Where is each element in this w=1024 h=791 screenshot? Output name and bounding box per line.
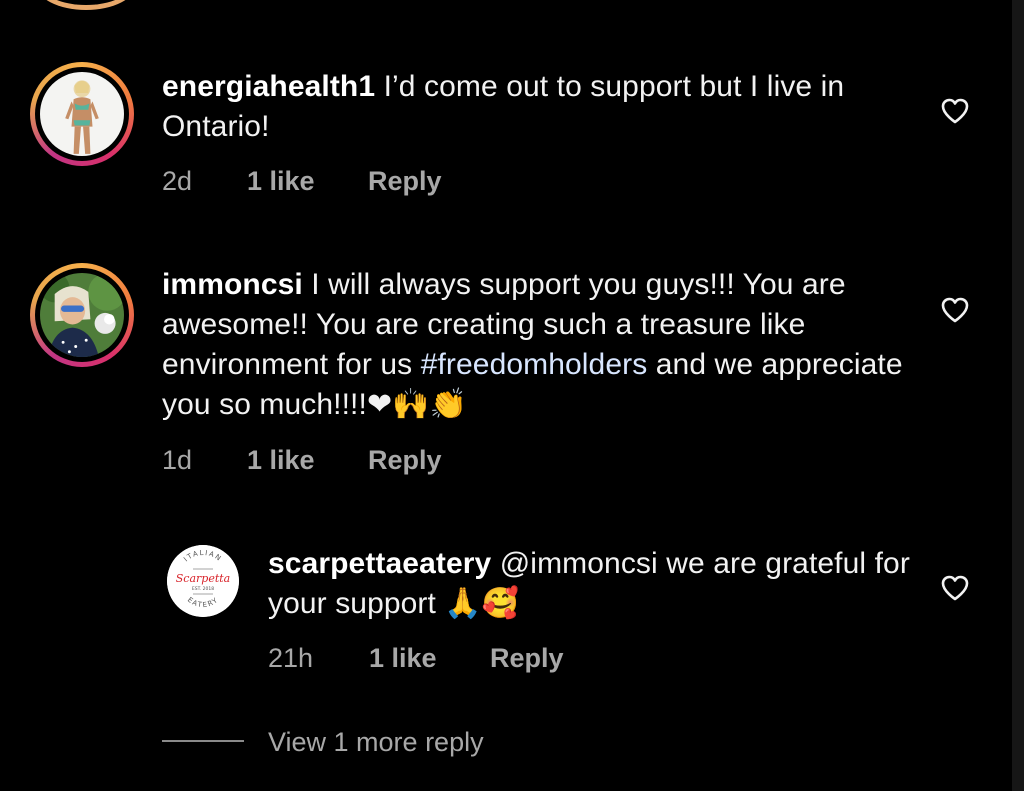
comment-username[interactable]: energiahealth1 [162, 70, 375, 103]
avatar-photo [40, 273, 124, 357]
comment-reply-button[interactable]: Reply [368, 166, 442, 197]
comment-timestamp: 2d [162, 166, 193, 196]
reply-timestamp: 21h [268, 643, 314, 673]
comment-reply-button[interactable]: Reply [368, 445, 442, 476]
comment-likes-count[interactable]: 1 like [247, 166, 315, 197]
reply-likes-count[interactable]: 1 like [369, 643, 437, 674]
heart-outline-icon[interactable] [940, 574, 970, 602]
comment-body: immoncsi I will always support you guys!… [162, 265, 922, 425]
avatar-scarpettaeatery[interactable]: ITALIAN EATERY Scarpetta EST. 2018 [167, 545, 239, 617]
hashtag-link[interactable]: #freedomholders [421, 348, 648, 381]
logo-est-text: EST. 2018 [192, 586, 214, 592]
comment-username[interactable]: immoncsi [162, 268, 303, 301]
heart-outline-icon[interactable] [940, 97, 970, 125]
heart-outline-icon[interactable] [940, 296, 970, 324]
logo-script-text: Scarpetta [176, 572, 230, 585]
comment-likes-count[interactable]: 1 like [247, 445, 315, 476]
scarpetta-logo: ITALIAN EATERY Scarpetta EST. 2018 [167, 545, 239, 617]
reply-username[interactable]: scarpettaeatery [268, 547, 491, 580]
reply-body: scarpettaeatery @immoncsi we are gratefu… [268, 544, 918, 624]
reply-reply-button[interactable]: Reply [490, 643, 564, 674]
avatar-photo [40, 72, 124, 156]
avatar-immoncsi[interactable] [30, 263, 134, 367]
scrollbar[interactable] [1012, 0, 1024, 791]
view-more-replies-label[interactable]: View 1 more reply [268, 727, 484, 758]
comment-timestamp: 1d [162, 445, 193, 475]
view-more-divider [162, 740, 244, 742]
previous-avatar-ring [36, 0, 136, 10]
comment-emojis: ❤🙌👏 [366, 387, 468, 422]
avatar-energiahealth1[interactable] [30, 62, 134, 166]
reply-emojis: 🙏🥰 [444, 586, 520, 621]
comment-body: energiahealth1 I’d come out to support b… [162, 67, 922, 147]
